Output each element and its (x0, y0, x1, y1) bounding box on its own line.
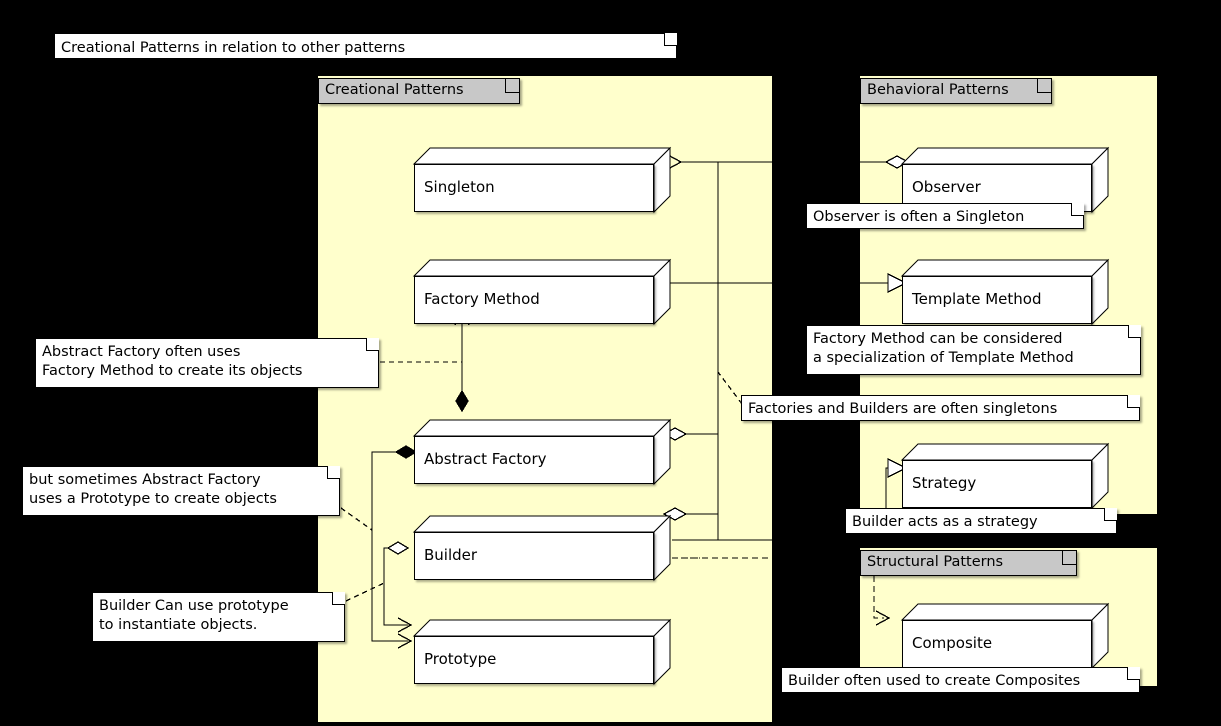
note-text: Observer is often a Singleton (813, 209, 1025, 225)
package-tab-label: Behavioral Patterns (867, 82, 1009, 98)
note-text: Builder often used to create Composites (788, 673, 1081, 689)
diagram-content: Creational Patterns Behavioral Patterns St… (0, 0, 1221, 726)
note-fold-icon (1127, 395, 1140, 408)
note-fold-icon (366, 338, 379, 351)
package-tab-creational-patterns[interactable]: Creational Patterns (318, 78, 520, 104)
package-tab-structural-patterns[interactable]: Structural Patterns (860, 550, 1077, 576)
note-text: Abstract Factory often uses Factory Meth… (42, 344, 303, 379)
note-text: Factory Method can be considered a speci… (813, 331, 1074, 366)
node-top-face (900, 147, 1110, 165)
node-strategy[interactable]: Strategy (900, 442, 1110, 510)
node-label: Singleton (424, 178, 495, 196)
note-af-fm[interactable]: Abstract Factory often uses Factory Meth… (35, 338, 379, 388)
note-text: Creational Patterns in relation to other… (61, 40, 406, 56)
note-fold-icon (327, 466, 340, 479)
page-fold-icon (505, 79, 519, 93)
node-top-face (900, 603, 1110, 621)
node-singleton[interactable]: Singleton (412, 146, 672, 214)
note-text: but sometimes Abstract Factory uses a Pr… (29, 472, 277, 507)
node-template-method[interactable]: Template Method (900, 258, 1110, 326)
node-top-face (412, 147, 672, 165)
node-label: Factory Method (424, 290, 540, 308)
page-fold-icon (1062, 551, 1076, 565)
note-fold-icon (1104, 508, 1117, 521)
diagram-canvas: Creational Patterns Behavioral Patterns St… (0, 0, 1221, 726)
package-tab-label: Creational Patterns (325, 82, 464, 98)
note-builder-strategy[interactable]: Builder acts as a strategy (845, 508, 1117, 534)
node-label: Abstract Factory (424, 450, 547, 468)
node-prototype[interactable]: Prototype (412, 618, 672, 686)
node-abstract-factory[interactable]: Abstract Factory (412, 418, 672, 486)
node-top-face (412, 419, 672, 437)
node-factory-method[interactable]: Factory Method (412, 258, 672, 326)
page-fold-icon (1037, 79, 1051, 93)
note-text: Builder Can use prototype to instantiate… (99, 598, 289, 633)
note-factories-singletons[interactable]: Factories and Builders are often singlet… (741, 395, 1140, 421)
note-observer-singleton[interactable]: Observer is often a Singleton (806, 203, 1084, 229)
node-builder[interactable]: Builder (412, 514, 672, 582)
node-top-face (900, 443, 1110, 461)
note-fold-icon (664, 33, 677, 46)
note-fold-icon (1071, 203, 1084, 216)
node-label: Strategy (912, 474, 977, 492)
node-top-face (412, 259, 672, 277)
node-top-face (412, 515, 672, 533)
note-fold-icon (332, 592, 345, 605)
note-builder-proto[interactable]: Builder Can use prototype to instantiate… (92, 592, 345, 642)
note-af-proto[interactable]: but sometimes Abstract Factory uses a Pr… (22, 466, 340, 516)
note-text: Builder acts as a strategy (852, 514, 1038, 530)
note-text: Factories and Builders are often singlet… (748, 401, 1058, 417)
node-top-face (412, 619, 672, 637)
node-label: Prototype (424, 650, 497, 668)
note-fold-icon (1127, 667, 1140, 680)
node-label: Observer (912, 178, 981, 196)
note-title[interactable]: Creational Patterns in relation to other… (54, 33, 677, 59)
note-fm-template[interactable]: Factory Method can be considered a speci… (806, 325, 1141, 375)
node-label: Builder (424, 546, 478, 564)
node-label: Template Method (912, 290, 1042, 308)
note-fold-icon (1128, 325, 1141, 338)
node-label: Composite (912, 634, 993, 652)
node-top-face (900, 259, 1110, 277)
package-tab-behavioral-patterns[interactable]: Behavioral Patterns (860, 78, 1052, 104)
node-composite[interactable]: Composite (900, 602, 1110, 670)
note-builder-composite[interactable]: Builder often used to create Composites (781, 667, 1140, 693)
package-tab-label: Structural Patterns (867, 554, 1004, 570)
